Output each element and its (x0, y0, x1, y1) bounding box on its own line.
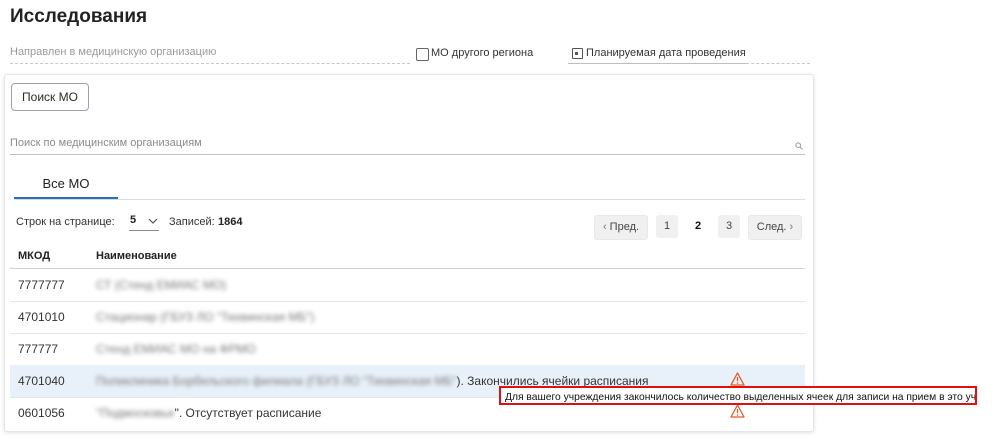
row-code: 0601056 (18, 406, 65, 420)
chevron-right-icon: › (789, 221, 794, 233)
page-title: Исследования (10, 6, 148, 27)
planned-date-underline (568, 63, 746, 64)
row-code: 4701010 (18, 310, 65, 324)
tab-all-mo[interactable]: Все МО (14, 170, 118, 197)
table-row[interactable]: 7777777 СТ (Стенд ЕМИАС МО) (10, 269, 805, 302)
prev-page-label: Пред. (609, 221, 640, 233)
chevron-down-icon (148, 218, 158, 224)
rows-per-page-value: 5 (130, 214, 137, 226)
directed-to-mo-underline (10, 63, 410, 64)
chevron-left-icon: ‹ (602, 221, 607, 233)
directed-to-mo-field[interactable]: Направлен в медицинскую организацию (10, 46, 216, 58)
page-button-1[interactable]: 1 (656, 215, 678, 238)
page-button-3[interactable]: 3 (718, 215, 740, 238)
search-icon[interactable] (795, 142, 803, 150)
next-page-button[interactable]: След. › (748, 215, 802, 240)
other-region-checkbox[interactable] (416, 48, 429, 61)
row-name-redacted: "Подмосковье (96, 406, 175, 420)
row-name-redacted: СТ (Стенд ЕМИАС МО) (96, 278, 227, 292)
mo-search-input[interactable]: Поиск по медицинским организациям (10, 134, 805, 155)
records-label: Записей: (169, 216, 215, 228)
row-name: СТ (Стенд ЕМИАС МО) (96, 278, 226, 292)
warning-icon[interactable] (730, 404, 745, 418)
records-count: 1864 (218, 216, 243, 228)
mo-search-placeholder: Поиск по медицинским организациям (10, 137, 202, 149)
row-code: 777777 (18, 342, 59, 356)
search-mo-button[interactable]: Поиск МО (11, 83, 89, 111)
rows-per-page-select[interactable]: 5 (129, 212, 159, 231)
tabs-divider (14, 199, 805, 200)
filters-divider (746, 63, 810, 64)
warning-tooltip: Для вашего учреждения закончилось количе… (499, 386, 977, 405)
next-page-label: След. (756, 221, 787, 233)
row-name: "Подмосковье". Отсутствует расписание (96, 406, 321, 420)
row-name: Стенд ЕМИАС МО на ФРМО (96, 342, 256, 356)
row-name-redacted: Стенд ЕМИАС МО на ФРМО (96, 342, 256, 356)
row-code: 4701040 (18, 374, 65, 388)
row-name-redacted: Поликлиника Борбельского филиала (ГБУЗ Л… (96, 374, 457, 388)
column-header-mkod: МКОД (18, 250, 51, 262)
row-name-redacted: Стационар (ГБУЗ ЛО "Тихвинская МБ") (96, 310, 315, 324)
planned-date-field[interactable]: Планируемая дата проведения (586, 47, 746, 59)
row-name: Стационар (ГБУЗ ЛО "Тихвинская МБ") (96, 310, 314, 324)
calendar-icon[interactable] (572, 48, 583, 59)
other-region-label: МО другого региона (431, 47, 534, 59)
warning-icon[interactable] (730, 372, 745, 386)
table-row[interactable]: 4701010 Стационар (ГБУЗ ЛО "Тихвинская М… (10, 301, 805, 334)
row-status-text: ". Отсутствует расписание (174, 406, 322, 420)
table-row[interactable]: 777777 Стенд ЕМИАС МО на ФРМО (10, 333, 805, 366)
row-code: 7777777 (18, 278, 65, 292)
page-button-2[interactable]: 2 (687, 215, 709, 238)
prev-page-button[interactable]: ‹ Пред. (594, 215, 648, 240)
column-header-name: Наименование (96, 250, 177, 262)
rows-per-page-label: Строк на странице: (16, 216, 115, 228)
